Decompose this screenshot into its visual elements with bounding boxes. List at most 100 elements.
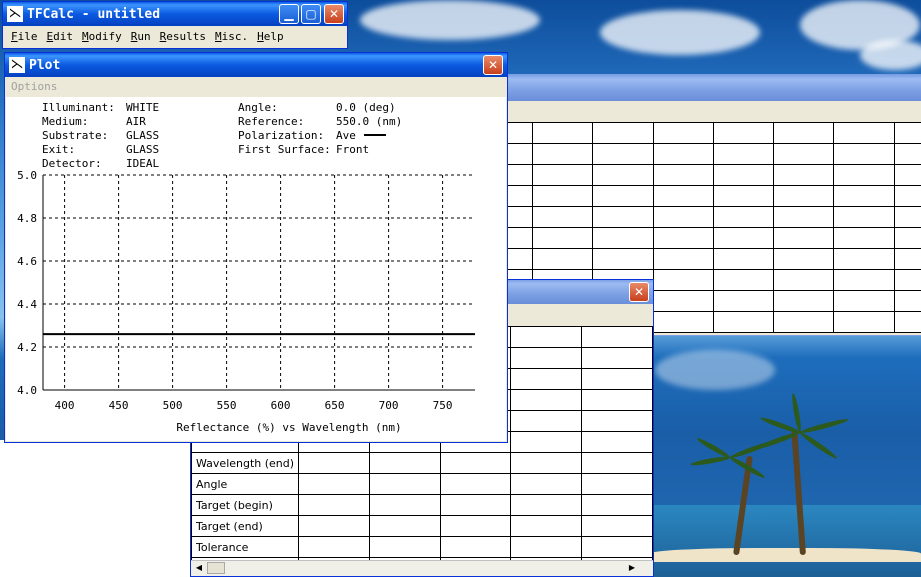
- design-grid-cell[interactable]: [652, 122, 714, 144]
- targets-grid-cell[interactable]: [581, 536, 653, 558]
- targets-close-button[interactable]: ✕: [629, 282, 649, 302]
- design-grid-cell[interactable]: [893, 164, 921, 186]
- targets-grid-cell[interactable]: [510, 452, 583, 474]
- targets-grid-cell[interactable]: [368, 452, 441, 474]
- plot-options-menu[interactable]: Options: [5, 77, 507, 97]
- targets-grid-cell[interactable]: [581, 347, 653, 369]
- design-grid-cell[interactable]: [773, 122, 835, 144]
- design-grid-cell[interactable]: [773, 143, 835, 165]
- maximize-button[interactable]: ▢: [301, 4, 321, 24]
- design-grid-cell[interactable]: [893, 311, 921, 333]
- design-grid-cell[interactable]: [773, 311, 835, 333]
- targets-grid-cell[interactable]: [510, 389, 583, 411]
- targets-grid-cell[interactable]: [439, 515, 512, 537]
- menu-run[interactable]: Run: [131, 30, 151, 43]
- menu-misc[interactable]: Misc.: [215, 30, 248, 43]
- design-grid-cell[interactable]: [893, 143, 921, 165]
- targets-grid-cell[interactable]: [439, 452, 512, 474]
- design-grid-cell[interactable]: [592, 164, 654, 186]
- design-grid-cell[interactable]: [531, 143, 594, 165]
- design-grid-cell[interactable]: [893, 290, 921, 312]
- design-grid-cell[interactable]: [893, 185, 921, 207]
- targets-grid-cell[interactable]: [581, 494, 653, 516]
- design-grid-cell[interactable]: [712, 227, 775, 249]
- design-grid-cell[interactable]: [833, 143, 895, 165]
- scroll-right-arrow[interactable]: ▶: [625, 562, 639, 574]
- targets-grid-cell[interactable]: [510, 347, 583, 369]
- menu-file[interactable]: File: [11, 30, 38, 43]
- design-grid-cell[interactable]: [833, 164, 895, 186]
- design-grid-cell[interactable]: [531, 122, 594, 144]
- design-grid-cell[interactable]: [592, 206, 654, 228]
- horizontal-scrollbar[interactable]: ◀ ▶: [191, 560, 653, 576]
- plot-close-button[interactable]: ✕: [483, 55, 503, 75]
- design-grid-cell[interactable]: [592, 122, 654, 144]
- close-button[interactable]: ✕: [324, 4, 344, 24]
- design-grid-cell[interactable]: [833, 227, 895, 249]
- design-grid-cell[interactable]: [893, 248, 921, 270]
- design-grid-cell[interactable]: [773, 269, 835, 291]
- design-grid-cell[interactable]: [833, 248, 895, 270]
- targets-grid-cell[interactable]: [368, 473, 441, 495]
- design-grid-cell[interactable]: [773, 248, 835, 270]
- design-grid-cell[interactable]: [652, 290, 714, 312]
- design-grid-cell[interactable]: [652, 269, 714, 291]
- targets-grid-cell[interactable]: [439, 473, 512, 495]
- targets-grid-cell[interactable]: [368, 494, 441, 516]
- design-grid-cell[interactable]: [893, 206, 921, 228]
- menu-modify[interactable]: Modify: [82, 30, 122, 43]
- design-grid-cell[interactable]: [833, 122, 895, 144]
- minimize-button[interactable]: ▁: [279, 4, 299, 24]
- targets-grid-cell[interactable]: [581, 515, 653, 537]
- menu-edit[interactable]: Edit: [47, 30, 74, 43]
- design-grid-cell[interactable]: [531, 185, 594, 207]
- design-window-titlebar[interactable]: [501, 75, 921, 101]
- design-grid-cell[interactable]: [833, 206, 895, 228]
- design-grid-cell[interactable]: [712, 206, 775, 228]
- design-grid-cell[interactable]: [712, 143, 775, 165]
- design-grid-cell[interactable]: [531, 164, 594, 186]
- targets-grid-cell[interactable]: [581, 389, 653, 411]
- targets-grid-cell[interactable]: [298, 452, 370, 474]
- design-grid-cell[interactable]: [652, 185, 714, 207]
- scroll-thumb[interactable]: [207, 562, 225, 574]
- design-grid-cell[interactable]: [652, 143, 714, 165]
- design-grid-cell[interactable]: [712, 164, 775, 186]
- targets-grid-cell[interactable]: [298, 515, 370, 537]
- design-grid-cell[interactable]: [592, 248, 654, 270]
- targets-grid-cell[interactable]: [510, 431, 583, 453]
- targets-grid-cell[interactable]: [581, 452, 653, 474]
- design-grid-cell[interactable]: [712, 122, 775, 144]
- targets-grid-cell[interactable]: [510, 326, 583, 348]
- design-grid-cell[interactable]: [712, 311, 775, 333]
- targets-grid-cell[interactable]: [510, 494, 583, 516]
- targets-grid-cell[interactable]: [439, 536, 512, 558]
- targets-grid-cell[interactable]: [510, 536, 583, 558]
- targets-grid-cell[interactable]: [581, 473, 653, 495]
- targets-grid-cell[interactable]: [368, 536, 441, 558]
- targets-grid-cell[interactable]: [439, 494, 512, 516]
- design-grid-cell[interactable]: [773, 227, 835, 249]
- targets-grid-cell[interactable]: [581, 368, 653, 390]
- menu-help[interactable]: Help: [257, 30, 284, 43]
- design-grid-cell[interactable]: [833, 311, 895, 333]
- targets-grid-cell[interactable]: [510, 410, 583, 432]
- design-grid-cell[interactable]: [652, 248, 714, 270]
- design-grid-cell[interactable]: [833, 290, 895, 312]
- design-grid-cell[interactable]: [893, 122, 921, 144]
- design-grid-cell[interactable]: [652, 311, 714, 333]
- scroll-left-arrow[interactable]: ◀: [192, 562, 206, 574]
- design-grid-cell[interactable]: [893, 227, 921, 249]
- design-grid-cell[interactable]: [531, 206, 594, 228]
- targets-grid-cell[interactable]: [581, 326, 653, 348]
- targets-grid-cell[interactable]: [368, 515, 441, 537]
- design-grid-cell[interactable]: [833, 269, 895, 291]
- design-grid-cell[interactable]: [773, 206, 835, 228]
- design-grid-cell[interactable]: [712, 269, 775, 291]
- design-grid-cell[interactable]: [833, 185, 895, 207]
- main-titlebar[interactable]: ⋋ TFCalc - untitled ▁ ▢ ✕: [3, 2, 347, 26]
- plot-titlebar[interactable]: ⋋ Plot ✕: [5, 53, 507, 77]
- menu-results[interactable]: Results: [160, 30, 206, 43]
- targets-grid-cell[interactable]: [298, 494, 370, 516]
- design-grid-cell[interactable]: [592, 227, 654, 249]
